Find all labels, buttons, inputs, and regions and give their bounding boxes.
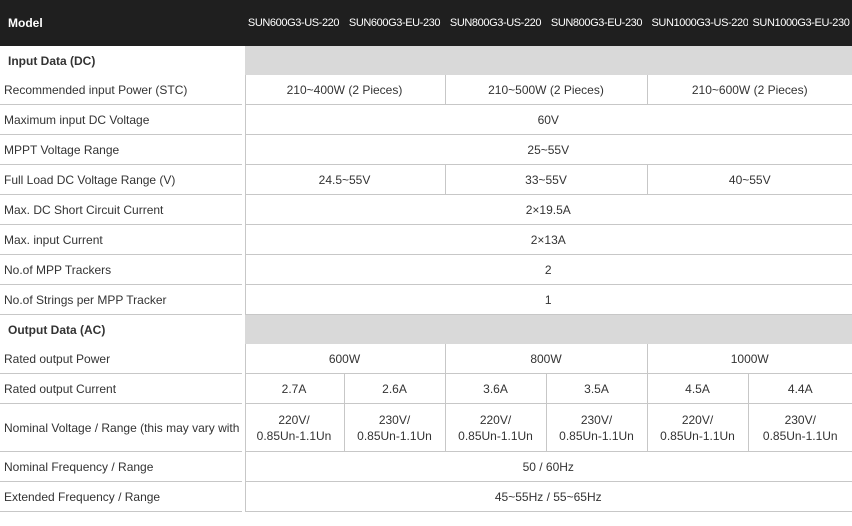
table-row: Recommended input Power (STC) 210~400W (…: [0, 75, 852, 105]
cell-value: 230V/0.85Un-1.1Un: [343, 403, 445, 452]
model-name: SUN800G3-EU-230: [546, 0, 648, 46]
cell-value: 24.5~55V: [241, 164, 445, 195]
table-row: MPPT Voltage Range 25~55V: [0, 134, 852, 165]
header-row: Model SUN600G3-US-220 SUN600G3-EU-230 SU…: [0, 0, 852, 46]
cell-value: 220V/0.85Un-1.1Un: [444, 403, 546, 452]
section-fill: [241, 46, 852, 75]
model-name: SUN1000G3-US-220: [647, 0, 749, 46]
cell-line: 0.85Un-1.1Un: [559, 428, 634, 443]
section-title: Output Data (AC): [0, 314, 243, 344]
model-name: SUN800G3-US-220: [445, 0, 547, 46]
cell-line: 220V/: [278, 412, 310, 427]
cell-value: 2.6A: [343, 373, 445, 404]
section-input-dc: Input Data (DC): [0, 46, 852, 75]
table-row: Full Load DC Voltage Range (V) 24.5~55V …: [0, 164, 852, 195]
table-row: Rated output Power 600W 800W 1000W: [0, 344, 852, 374]
cell-line: 0.85Un-1.1Un: [357, 428, 432, 443]
cell-line: 0.85Un-1.1Un: [660, 428, 735, 443]
row-label: Max. input Current: [0, 224, 243, 255]
section-title: Input Data (DC): [0, 46, 243, 75]
row-label: Nominal Frequency / Range: [0, 451, 243, 482]
row-label: Max. DC Short Circuit Current: [0, 194, 243, 225]
cell-line: 0.85Un-1.1Un: [256, 428, 332, 443]
cell-value: 2×19.5A: [241, 194, 852, 225]
table-row: No.of Strings per MPP Tracker 1: [0, 284, 852, 315]
table-row: Extended Frequency / Range 45~55Hz / 55~…: [0, 481, 852, 512]
table-row: Max. DC Short Circuit Current 2×19.5A: [0, 194, 852, 225]
row-label: Full Load DC Voltage Range (V): [0, 164, 243, 195]
cell-value: 230V/0.85Un-1.1Un: [747, 403, 852, 452]
cell-value: 2: [241, 254, 852, 285]
cell-line: 0.85Un-1.1Un: [458, 428, 533, 443]
row-label: Extended Frequency / Range: [0, 481, 243, 512]
cell-value: 45~55Hz / 55~65Hz: [241, 481, 852, 512]
cell-value: 2×13A: [241, 224, 852, 255]
cell-value: 50 / 60Hz: [241, 451, 852, 482]
model-name: SUN600G3-EU-230: [344, 0, 446, 46]
cell-line: 230V/: [784, 412, 816, 427]
row-label: Nominal Voltage / Range (this may vary w…: [0, 403, 243, 452]
cell-value: 800W: [444, 344, 647, 374]
model-name: SUN1000G3-EU-230: [748, 0, 852, 46]
section-output-ac: Output Data (AC): [0, 314, 852, 344]
table-row: Maximum input DC Voltage 60V: [0, 104, 852, 135]
table-row: Nominal Frequency / Range 50 / 60Hz: [0, 451, 852, 482]
cell-value: 4.5A: [646, 373, 748, 404]
cell-value: 220V/0.85Un-1.1Un: [241, 403, 344, 452]
row-label: No.of Strings per MPP Tracker: [0, 284, 243, 315]
row-label: Maximum input DC Voltage: [0, 104, 243, 135]
cell-line: 220V/: [479, 412, 512, 427]
section-fill: [241, 314, 852, 344]
row-label: Rated output Power: [0, 344, 243, 374]
cell-value: 210~400W (2 Pieces): [241, 75, 445, 105]
cell-value: 4.4A: [747, 373, 852, 404]
cell-value: 60V: [241, 104, 852, 135]
cell-value: 230V/0.85Un-1.1Un: [545, 403, 647, 452]
cell-value: 220V/0.85Un-1.1Un: [646, 403, 748, 452]
cell-value: 210~500W (2 Pieces): [444, 75, 647, 105]
cell-value: 40~55V: [646, 164, 852, 195]
cell-value: 1000W: [646, 344, 852, 374]
row-label: Recommended input Power (STC): [0, 75, 243, 105]
cell-value: 3.5A: [545, 373, 647, 404]
model-name: SUN600G3-US-220: [243, 0, 345, 46]
cell-value: 1: [241, 284, 852, 315]
cell-value: 33~55V: [444, 164, 647, 195]
spec-table: Model SUN600G3-US-220 SUN600G3-EU-230 SU…: [0, 0, 852, 512]
cell-line: 0.85Un-1.1Un: [762, 428, 838, 443]
cell-value: 25~55V: [241, 134, 852, 165]
cell-line: 230V/: [378, 412, 411, 427]
cell-line: 220V/: [681, 412, 714, 427]
row-label: Rated output Current: [0, 373, 243, 404]
table-row: Nominal Voltage / Range (this may vary w…: [0, 403, 852, 452]
table-row: Max. input Current 2×13A: [0, 224, 852, 255]
cell-value: 3.6A: [444, 373, 546, 404]
table-row: Rated output Current 2.7A 2.6A 3.6A 3.5A…: [0, 373, 852, 404]
cell-value: 600W: [241, 344, 445, 374]
cell-value: 2.7A: [241, 373, 344, 404]
model-label: Model: [0, 0, 244, 46]
cell-line: 230V/: [580, 412, 613, 427]
row-label: MPPT Voltage Range: [0, 134, 243, 165]
table-row: No.of MPP Trackers 2: [0, 254, 852, 285]
cell-value: 210~600W (2 Pieces): [646, 75, 852, 105]
row-label: No.of MPP Trackers: [0, 254, 243, 285]
